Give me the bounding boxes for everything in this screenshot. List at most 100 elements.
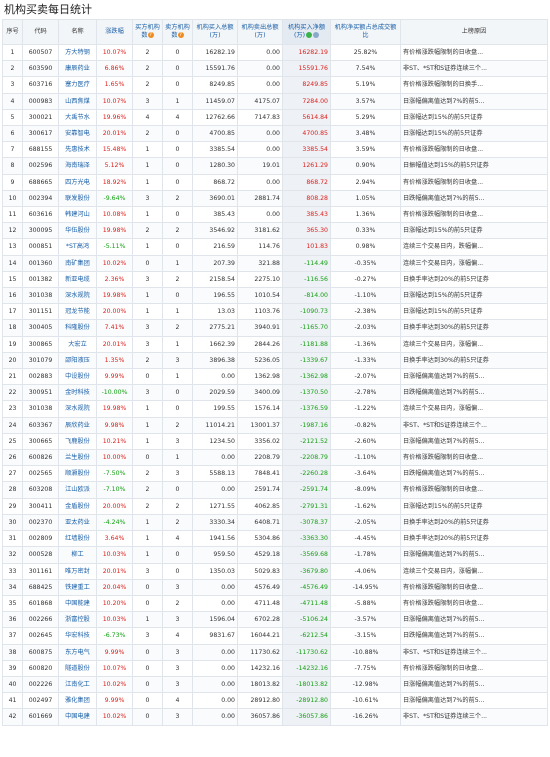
- table-row[interactable]: 3 603716 塞力医疗 1.65% 2 0 8249.85 0.00 8249.85 5.19…: [2, 76, 548, 94]
- seq-cell: 37: [2, 627, 23, 645]
- table-row[interactable]: 6 300617 安靠智电 20.01% 2 0 4700.85 0.00 4700.85 3.4…: [2, 125, 548, 143]
- help-icon[interactable]: ?: [147, 32, 154, 38]
- table-row[interactable]: 42 601669 中国电建 10.02% 0 3 0.00 36057.86 -36057.8…: [2, 708, 548, 726]
- table-row[interactable]: 12 300095 华伍股份 19.98% 2 2 3546.92 3181.62 365.30…: [2, 222, 548, 240]
- header-buy-count-sort[interactable]: 买方机构数?: [132, 19, 163, 45]
- table-row[interactable]: 35 601868 中国能建 10.20% 0 2 0.00 4711.48 -4711.48-…: [2, 594, 548, 613]
- table-row[interactable]: 41 002497 雅化集团 9.99% 0 4 0.00 28912.80 -28912.80…: [2, 692, 548, 710]
- table-row[interactable]: 37 002645 华宏科技 -6.73% 3 4 9831.67 16044.21 -6212…: [2, 627, 548, 645]
- stock-name-link[interactable]: 先惠技术: [58, 141, 97, 159]
- stock-name-link[interactable]: 铁建重工: [58, 578, 97, 596]
- table-row[interactable]: 2 603590 康辰药业 6.86% 2 0 15591.76 0.00 15591.76 7.…: [2, 60, 548, 78]
- stock-name-link[interactable]: 联发股份: [58, 189, 97, 208]
- table-row[interactable]: 8 002596 海南瑞泽 5.12% 1 0 1280.30 19.01 1261.29 0.9…: [2, 157, 548, 175]
- table-row[interactable]: 32 000528 柳工 10.03% 1 0 959.50 4529.18 -3569.68-…: [2, 546, 548, 564]
- table-row[interactable]: 29 300411 金盾股份 20.00% 2 2 1271.55 4062.85 -2791.…: [2, 497, 548, 515]
- table-row[interactable]: 24 603367 辰欣药业 9.98% 1 2 11014.21 13001.37 -1987…: [2, 416, 548, 434]
- stock-name-link[interactable]: 南矿集团: [58, 254, 97, 272]
- stock-name-link[interactable]: 中国能建: [58, 594, 97, 613]
- table-row[interactable]: 34 688425 铁建重工 20.04% 0 3 0.00 4576.49 -4576.49-…: [2, 578, 548, 596]
- net-amount-cell: -1362.98: [282, 368, 331, 386]
- stock-name-link[interactable]: *ST高鸿: [58, 238, 97, 256]
- table-row[interactable]: 11 603616 韩建河山 10.08% 1 0 385.43 0.00 385.43 1.36…: [2, 206, 548, 224]
- sell-count-cell: 0: [162, 562, 193, 580]
- stock-name-link[interactable]: 飞鹿股份: [58, 432, 97, 451]
- table-row[interactable]: 20 301079 邵阳液压 1.35% 2 3 3896.38 5236.05 -1339.6…: [2, 351, 548, 370]
- table-row[interactable]: 39 600820 隧道股份 10.07% 0 3 0.00 14232.16 -14232.1…: [2, 659, 548, 677]
- table-row[interactable]: 5 300021 大禹节水 19.96% 4 4 12762.66 7147.83 5614.8…: [2, 108, 548, 127]
- stock-name-link[interactable]: 华伍股份: [58, 222, 97, 240]
- stock-name-link[interactable]: 兰生股份: [58, 449, 97, 467]
- stock-name-link[interactable]: 唯万密封: [58, 562, 97, 580]
- stock-name-link[interactable]: 深水规院: [58, 287, 97, 305]
- table-row[interactable]: 17 301151 冠龙节能 20.00% 1 1 13.03 1103.76 -1090.73…: [2, 303, 548, 321]
- stock-name-link[interactable]: 江山欧派: [58, 481, 97, 499]
- buy-amount-cell: 216.59: [192, 238, 238, 256]
- table-row[interactable]: 18 300405 科隆股份 7.41% 3 2 2775.21 3940.91 -1165.7…: [2, 319, 548, 337]
- header-buy-amount-sort[interactable]: 机构买入总额(万): [192, 19, 238, 45]
- stock-name-link[interactable]: 深水规院: [58, 400, 97, 418]
- table-row[interactable]: 27 002565 顺灏股份 -7.50% 2 3 5588.13 7848.41 -2260.…: [2, 465, 548, 483]
- table-row[interactable]: 7 688155 先惠技术 15.48% 1 0 3385.54 0.00 3385.54 3.5…: [2, 141, 548, 159]
- table-row[interactable]: 1 600507 方大特钢 10.07% 2 0 16282.19 0.00 16282.19 2…: [2, 43, 548, 62]
- stock-name-link[interactable]: 金时科技: [58, 384, 97, 402]
- stock-name-link[interactable]: 康辰药业: [58, 60, 97, 78]
- stock-name-link[interactable]: 大禹节水: [58, 108, 97, 127]
- table-row[interactable]: 21 002883 中设股份 9.99% 0 1 0.00 1362.98 -1362.98 -2…: [2, 368, 548, 386]
- table-row[interactable]: 16 301038 深水规院 19.98% 1 0 196.55 1010.54 -814.00…: [2, 287, 548, 305]
- stock-name-link[interactable]: 顺灏股份: [58, 465, 97, 483]
- table-row[interactable]: 23 301038 深水规院 19.98% 1 0 199.55 1576.14 -1376.5…: [2, 400, 548, 418]
- stock-name-link[interactable]: 冠龙节能: [58, 303, 97, 321]
- stock-name-link[interactable]: 邵阳液压: [58, 351, 97, 370]
- stock-name-link[interactable]: 金盾股份: [58, 497, 97, 515]
- table-row[interactable]: 36 002266 浙富控股 10.03% 1 3 1596.04 6702.28 -5106.…: [2, 611, 548, 629]
- stock-name-link[interactable]: 辰欣药业: [58, 416, 97, 434]
- stock-name-link[interactable]: 东方电气: [58, 643, 97, 661]
- table-row[interactable]: 25 300665 飞鹿股份 10.21% 1 3 1234.50 3356.02 -2121.…: [2, 432, 548, 451]
- sort-asc-icon[interactable]: [313, 32, 319, 38]
- sort-desc-icon[interactable]: [306, 32, 312, 38]
- stock-name-link[interactable]: 韩建河山: [58, 206, 97, 224]
- table-row[interactable]: 14 001360 南矿集团 10.02% 0 1 207.39 321.88 -114.49-…: [2, 254, 548, 272]
- table-row[interactable]: 15 001382 新亚电缆 2.36% 3 2 2158.54 2275.10 -116.56…: [2, 270, 548, 289]
- stock-name-link[interactable]: 红墙股份: [58, 530, 97, 548]
- stock-name-link[interactable]: 华宏科技: [58, 627, 97, 645]
- stock-name-link[interactable]: 山西焦煤: [58, 92, 97, 110]
- stock-name-link[interactable]: 大宏立: [58, 335, 97, 353]
- header-net-amount-sort[interactable]: 机构买入净额(万): [282, 19, 331, 45]
- stock-name-link[interactable]: 海南瑞泽: [58, 157, 97, 175]
- table-row[interactable]: 9 688665 四方光电 18.92% 1 0 868.72 0.00 868.72 2.94%…: [2, 173, 548, 191]
- stock-name-link[interactable]: 塞力医疗: [58, 76, 97, 94]
- table-row[interactable]: 33 301161 唯万密封 20.01% 3 0 1350.03 5029.83 -3679.…: [2, 562, 548, 580]
- table-row[interactable]: 38 600875 东方电气 9.99% 0 3 0.00 11730.62 -11730.62…: [2, 643, 548, 661]
- stock-name-link[interactable]: 方大特钢: [58, 43, 97, 62]
- header-change-sort[interactable]: 涨跌幅: [96, 19, 133, 45]
- code-cell: 600507: [22, 43, 59, 62]
- stock-name-link[interactable]: 新亚电缆: [58, 270, 97, 289]
- stock-name-link[interactable]: 科隆股份: [58, 319, 97, 337]
- help-icon[interactable]: ?: [177, 32, 184, 38]
- stock-name-link[interactable]: 柳工: [58, 546, 97, 564]
- stock-name-link[interactable]: 浙富控股: [58, 611, 97, 629]
- table-row[interactable]: 28 603208 江山欧派 -7.10% 2 0 0.00 2591.74 -2591.74-…: [2, 481, 548, 499]
- header-ratio-sort[interactable]: 机构净买额占总成交额比: [330, 19, 401, 45]
- stock-name-link[interactable]: 亚太药业: [58, 513, 97, 532]
- table-row[interactable]: 31 002809 红墙股份 3.64% 1 4 1941.56 5304.86 -3363.3…: [2, 530, 548, 548]
- table-row[interactable]: 4 000983 山西焦煤 10.07% 3 1 11459.07 4175.07 7284.0…: [2, 92, 548, 110]
- header-sell-amount-sort[interactable]: 机构卖出总额(万): [237, 19, 283, 45]
- table-row[interactable]: 30 002370 亚太药业 -4.24% 1 2 3330.34 6408.71 -3078.…: [2, 513, 548, 532]
- table-row[interactable]: 10 002394 联发股份 -9.64% 3 2 3690.01 2881.74 808.28…: [2, 189, 548, 208]
- table-row[interactable]: 19 300865 大宏立 20.01% 3 1 1662.39 2844.26 -1181.8…: [2, 335, 548, 353]
- table-row[interactable]: 40 002226 江南化工 10.02% 0 3 0.00 18013.82 -18013.8…: [2, 675, 548, 694]
- stock-name-link[interactable]: 雅化集团: [58, 692, 97, 710]
- stock-name-link[interactable]: 安靠智电: [58, 125, 97, 143]
- stock-name-link[interactable]: 中设股份: [58, 368, 97, 386]
- stock-name-link[interactable]: 江南化工: [58, 675, 97, 694]
- stock-name-link[interactable]: 中国电建: [58, 708, 97, 726]
- stock-name-link[interactable]: 隧道股份: [58, 659, 97, 677]
- table-row[interactable]: 22 300951 金时科技 -10.00% 3 0 2029.59 3400.09 -1370…: [2, 384, 548, 402]
- stock-name-link[interactable]: 四方光电: [58, 173, 97, 191]
- table-row[interactable]: 26 600826 兰生股份 10.00% 0 1 0.00 2208.79 -2208.79-…: [2, 449, 548, 467]
- table-row[interactable]: 13 000851 *ST高鸿 -5.11% 1 0 216.59 114.76 101.83 0…: [2, 238, 548, 256]
- header-sell-count-sort[interactable]: 卖方机构数?: [162, 19, 193, 45]
